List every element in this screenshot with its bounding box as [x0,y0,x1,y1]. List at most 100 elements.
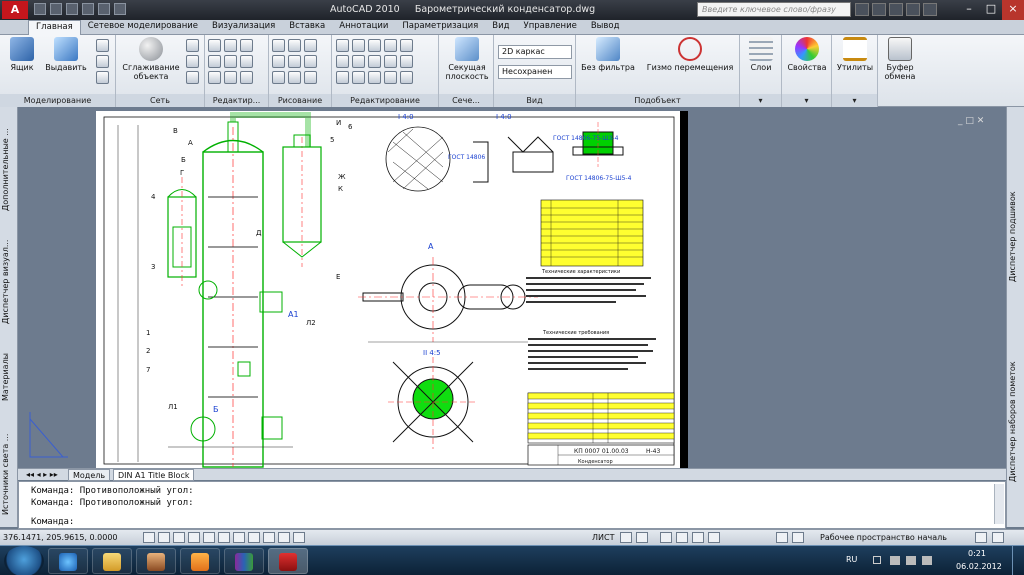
shell-icon[interactable] [240,55,253,68]
union-icon[interactable] [208,39,221,52]
clean-screen-icon[interactable] [992,532,1004,543]
zoom-icon[interactable] [676,532,688,543]
panel-label[interactable]: Редактир... [205,94,268,107]
offset-icon[interactable] [352,71,365,84]
viewport-controls[interactable]: _ □ ✕ [957,116,984,126]
tab-mesh[interactable]: Сетевое моделирование [81,20,205,35]
loft-icon[interactable] [96,71,109,84]
panel-label[interactable]: Моделирование [0,94,115,107]
autocad-logo-button[interactable]: A [2,1,28,19]
taskbar-explorer[interactable] [92,548,132,574]
polar-toggle[interactable] [188,532,200,543]
tab-din-a1[interactable]: DIN A1 Title Block [113,469,195,481]
quick-view-layouts-icon[interactable] [620,532,632,543]
clock-time[interactable]: 0:21 [968,549,986,558]
tab-annotate[interactable]: Аннотации [332,20,395,35]
section-plane-button[interactable]: Секущая плоскость [442,37,492,81]
panel-label[interactable]: Подобъект [576,94,739,107]
panel-expand-arrow[interactable]: ▾ [832,94,877,107]
palette-tab-lights[interactable]: Источники света ... [1,427,17,522]
volume-icon[interactable] [906,556,916,565]
intersect-icon[interactable] [240,39,253,52]
panel-label[interactable]: Редактирование [332,94,438,107]
quick-view-drawings-icon[interactable] [636,532,648,543]
3d-move-icon[interactable] [384,71,397,84]
box-button[interactable]: Ящик [4,37,40,72]
taskbar-app-face[interactable] [136,548,176,574]
tab-home[interactable]: Главная [28,20,81,35]
taskbar-media[interactable] [180,548,220,574]
spline-icon[interactable] [272,55,285,68]
named-view-select[interactable]: Несохранен [498,65,572,79]
communication-icon[interactable] [889,3,903,16]
qp-toggle[interactable] [293,532,305,543]
smooth-more-icon[interactable] [186,39,199,52]
panel-label[interactable]: Сече... [439,94,493,107]
scale-icon[interactable] [368,55,381,68]
infocenter-search-input[interactable]: Введите ключевое слово/фразу [697,2,851,17]
explode-icon[interactable] [336,71,349,84]
network-icon[interactable] [890,556,900,565]
snap-toggle[interactable] [143,532,155,543]
smooth-less-icon[interactable] [186,55,199,68]
drawing-canvas[interactable]: _ □ ✕ В А Б Г Д Е Ж И К 1 2 3 4 5 6 7 А1… [18,107,1006,468]
steering-wheel-icon[interactable] [692,532,704,543]
sheet-set-manager-tab[interactable]: Диспетчер подшивок [1008,167,1024,307]
minimize-button[interactable]: – [958,0,980,20]
move-gizmo-button[interactable]: Гизмо перемещения [644,37,736,72]
taskbar-winrar[interactable] [224,548,264,574]
ducs-toggle[interactable] [248,532,260,543]
subtract-icon[interactable] [224,39,237,52]
visual-style-select[interactable]: 2D каркас [498,45,572,59]
erase-icon[interactable] [400,55,413,68]
3d-rotate-icon[interactable] [400,71,413,84]
tab-parametric[interactable]: Параметризация [395,20,485,35]
plot-icon[interactable] [114,3,126,15]
paper-space-label[interactable]: ЛИСТ [592,533,614,542]
open-icon[interactable] [50,3,62,15]
arc-icon[interactable] [304,39,317,52]
move-icon[interactable] [336,39,349,52]
tab-output[interactable]: Вывод [584,20,627,35]
utilities-button[interactable]: Утилиты [834,37,876,72]
panel-label[interactable]: Сеть [116,94,204,107]
clock-date[interactable]: 06.02.2012 [956,562,1002,571]
line-icon[interactable] [272,39,285,52]
panel-label[interactable]: Вид [494,94,575,107]
workspace-switch[interactable]: Рабочее пространство началь [820,533,947,542]
palette-tab-materials[interactable]: Материалы [1,347,17,407]
pan-icon[interactable] [660,532,672,543]
extrude-button[interactable]: Выдавить [44,37,88,72]
tab-view[interactable]: Вид [485,20,516,35]
taskbar-autocad[interactable] [268,548,308,574]
panel-label[interactable]: Рисование [269,94,331,107]
presspull-icon[interactable] [96,39,109,52]
command-input[interactable]: Команда: [31,517,971,527]
layers-button[interactable]: Слои [743,37,779,72]
imprint-icon[interactable] [240,71,253,84]
lock-icon[interactable] [975,532,987,543]
ellipse-icon[interactable] [288,71,301,84]
stretch-icon[interactable] [352,55,365,68]
show-desktop-button[interactable] [1012,546,1024,575]
favorites-star-icon[interactable] [906,3,920,16]
undo-icon[interactable] [82,3,94,15]
help-icon[interactable] [923,3,937,16]
fillet-icon[interactable] [336,55,349,68]
new-icon[interactable] [34,3,46,15]
close-button[interactable]: × [1002,0,1024,20]
offset-edge-icon[interactable] [224,55,237,68]
properties-button[interactable]: Свойства [785,37,829,72]
otrack-toggle[interactable] [233,532,245,543]
circle-icon[interactable] [304,55,317,68]
rotate-icon[interactable] [352,39,365,52]
rectangle-icon[interactable] [288,55,301,68]
lwt-toggle[interactable] [278,532,290,543]
taskbar-ie[interactable] [48,548,88,574]
hatch-icon[interactable] [304,71,317,84]
command-scrollbar[interactable] [994,484,1004,524]
showmotion-icon[interactable] [708,532,720,543]
no-filter-button[interactable]: Без фильтра [580,37,636,72]
refine-mesh-icon[interactable] [186,71,199,84]
sweep-icon[interactable] [96,55,109,68]
